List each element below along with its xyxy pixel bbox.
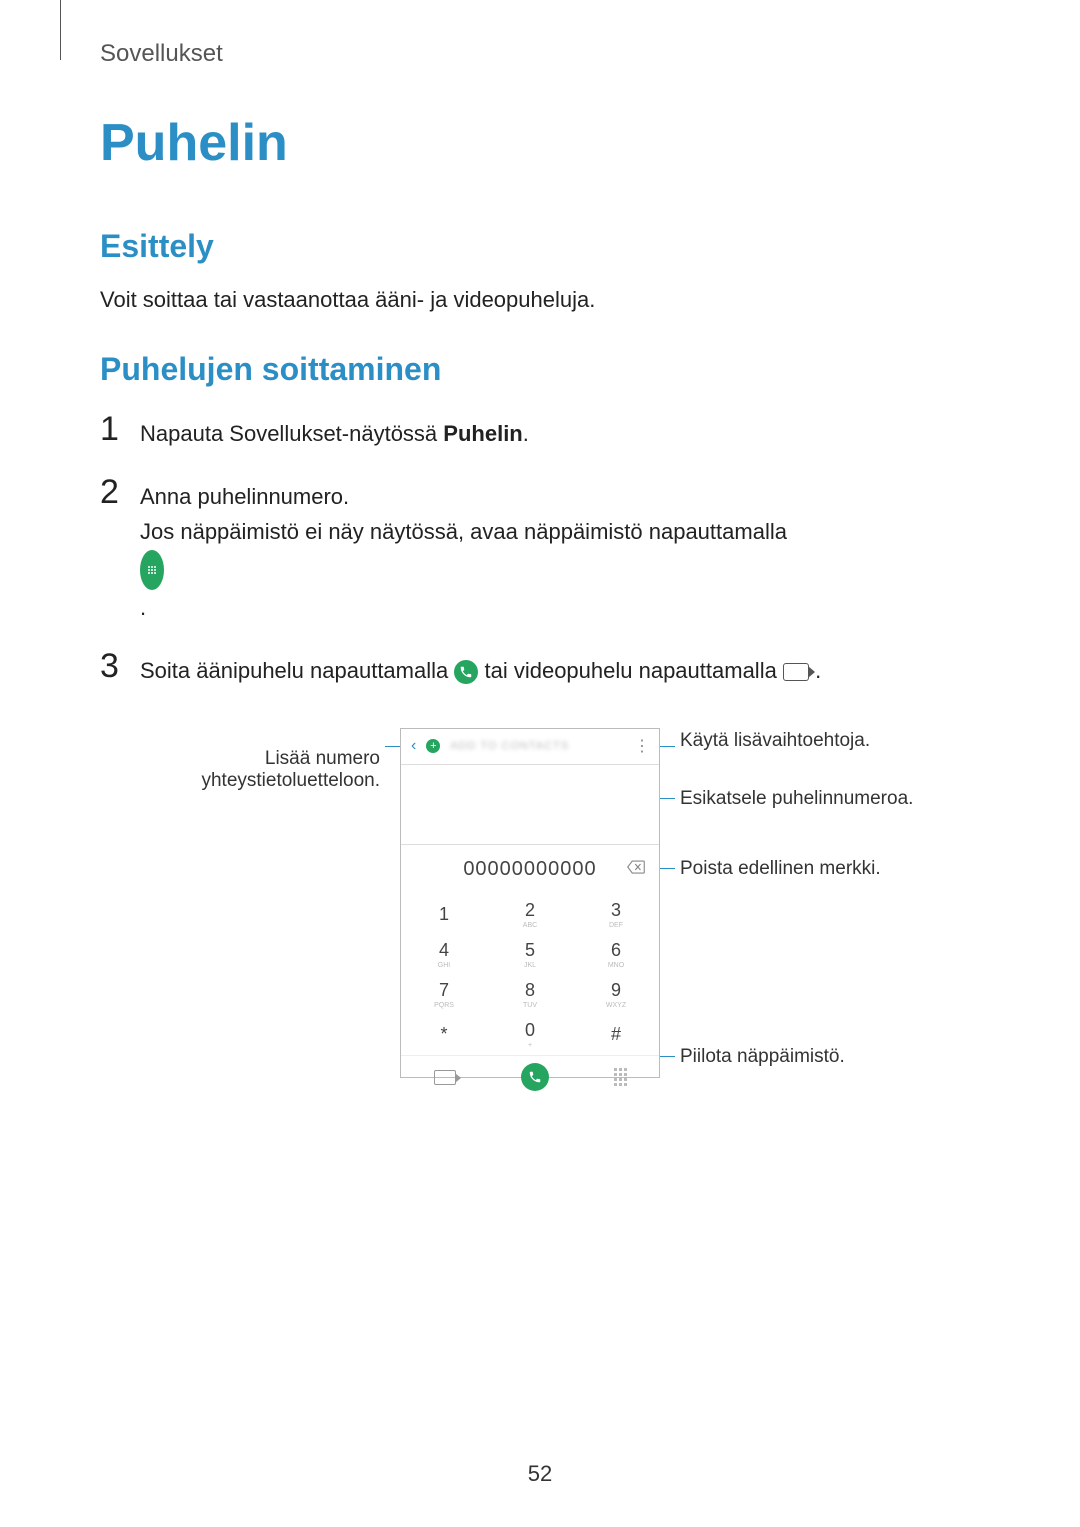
key-4[interactable]: 4GHI: [401, 935, 487, 975]
key-8[interactable]: 8TUV: [487, 975, 573, 1015]
backspace-icon[interactable]: [627, 860, 645, 879]
step-1-text: Napauta Sovellukset-näytössä Puhelin.: [140, 410, 980, 451]
step-3: 3 Soita äänipuhelu napauttamalla tai vid…: [100, 647, 980, 688]
number-preview-area: [401, 765, 659, 845]
dialer-topbar: ‹ + ADD TO CONTACTS ⋮: [401, 729, 659, 765]
back-icon[interactable]: ‹: [411, 737, 416, 755]
more-options-icon[interactable]: ⋮: [634, 736, 649, 756]
key-2[interactable]: 2ABC: [487, 895, 573, 935]
keypad-open-icon: [140, 550, 164, 590]
callout-preview: Esikatsele puhelinnumeroa.: [680, 788, 913, 810]
callout-more-options: Käytä lisävaihtoehtoja.: [680, 730, 870, 752]
hide-keypad-button[interactable]: [614, 1068, 627, 1086]
keypad: 1 2ABC 3DEF 4GHI 5JKL 6MNO 7PQRS 8TUV 9W…: [401, 895, 659, 1055]
voice-call-button[interactable]: [521, 1063, 549, 1091]
step-3-mid: tai videopuhelu napauttamalla: [484, 658, 782, 683]
dialed-number: 00000000000: [463, 858, 596, 881]
number-row: 00000000000: [401, 845, 659, 895]
step-2-line2-pre: Jos näppäimistö ei näy näytössä, avaa nä…: [140, 519, 787, 544]
key-9[interactable]: 9WXYZ: [573, 975, 659, 1015]
key-5[interactable]: 5JKL: [487, 935, 573, 975]
step-1-post: .: [523, 421, 529, 446]
page-number: 52: [0, 1461, 1080, 1487]
step-1: 1 Napauta Sovellukset-näytössä Puhelin.: [100, 410, 980, 451]
steps-list: 1 Napauta Sovellukset-näytössä Puhelin. …: [100, 410, 980, 688]
step-3-pre: Soita äänipuhelu napauttamalla: [140, 658, 454, 683]
step-2-line2-post: .: [140, 595, 146, 620]
add-contact-icon[interactable]: +: [426, 739, 440, 753]
video-call-icon: [783, 663, 809, 681]
key-hash[interactable]: #: [573, 1015, 659, 1055]
key-0[interactable]: 0+: [487, 1015, 573, 1055]
step-1-pre: Napauta Sovellukset-näytössä: [140, 421, 443, 446]
video-call-button[interactable]: [434, 1070, 456, 1085]
dialer-bottom-row: [401, 1055, 659, 1099]
step-2-text: Anna puhelinnumero. Jos näppäimistö ei n…: [140, 473, 980, 625]
key-star[interactable]: *: [401, 1015, 487, 1055]
key-3[interactable]: 3DEF: [573, 895, 659, 935]
step-2-line1: Anna puhelinnumero.: [140, 484, 349, 509]
section-header: Sovellukset: [100, 40, 980, 68]
add-contact-label: ADD TO CONTACTS: [450, 740, 569, 752]
margin-rule: [60, 0, 61, 60]
intro-text: Voit soittaa tai vastaanottaa ääni- ja v…: [100, 283, 980, 316]
callout-delete: Poista edellinen merkki.: [680, 858, 881, 880]
voice-call-icon: [454, 660, 478, 684]
subheading-calls: Puhelujen soittaminen: [100, 351, 980, 388]
step-3-text: Soita äänipuhelu napauttamalla tai video…: [140, 647, 980, 688]
key-6[interactable]: 6MNO: [573, 935, 659, 975]
step-number: 3: [100, 647, 140, 686]
step-1-bold: Puhelin: [443, 421, 522, 446]
dialer-figure: Lisää numero yhteystietoluetteloon. Käyt…: [160, 728, 920, 1108]
callout-hide-keypad: Piilota näppäimistö.: [680, 1046, 845, 1068]
callout-add-contact: Lisää numero yhteystietoluetteloon.: [100, 748, 380, 792]
key-7[interactable]: 7PQRS: [401, 975, 487, 1015]
step-number: 1: [100, 410, 140, 449]
phone-dialer: ‹ + ADD TO CONTACTS ⋮ 00000000000 1 2ABC…: [400, 728, 660, 1078]
step-2: 2 Anna puhelinnumero. Jos näppäimistö ei…: [100, 473, 980, 625]
key-1[interactable]: 1: [401, 895, 487, 935]
page-title: Puhelin: [100, 113, 980, 173]
step-number: 2: [100, 473, 140, 512]
step-3-post: .: [815, 658, 821, 683]
subheading-intro: Esittely: [100, 228, 980, 265]
